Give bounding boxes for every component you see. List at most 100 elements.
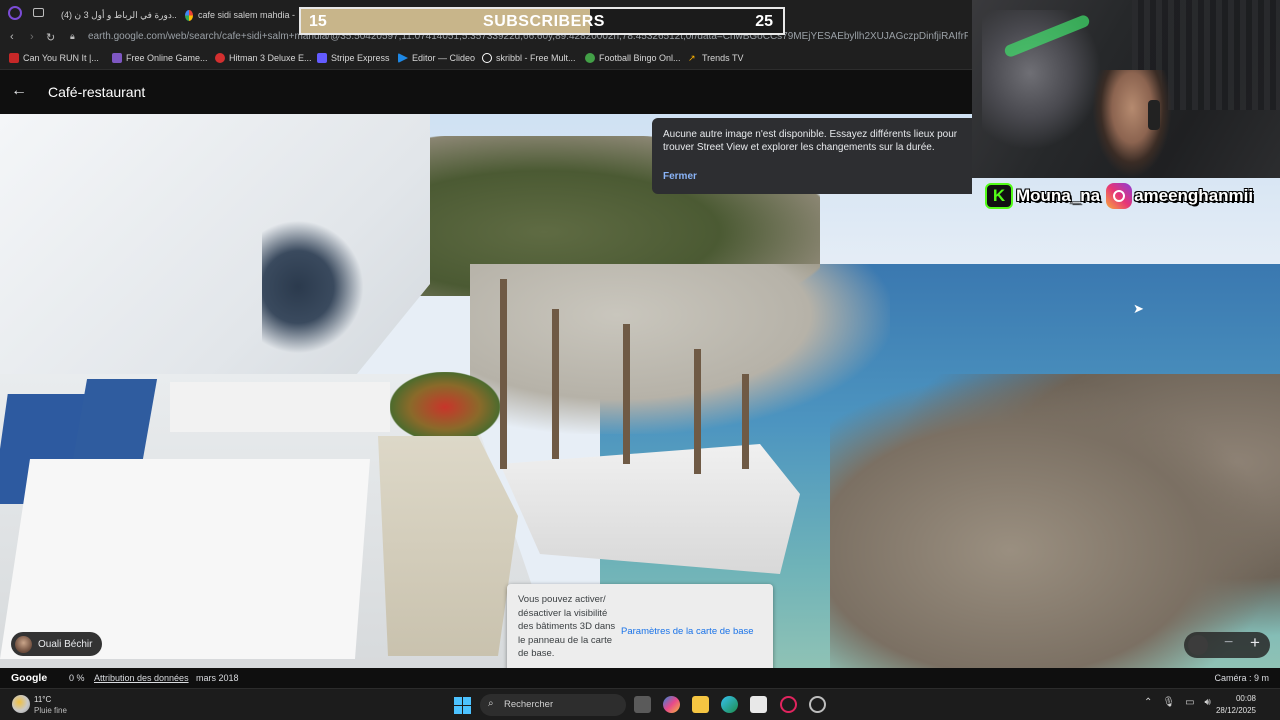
bookmark-football-bingo[interactable]: Football Bingo Onl...	[585, 53, 681, 63]
streamer	[1092, 70, 1172, 178]
copilot-icon[interactable]	[663, 696, 680, 713]
rope-post	[500, 279, 507, 469]
bookmark-stripe-express[interactable]: Stripe Express	[317, 53, 390, 63]
google-icon	[185, 9, 193, 21]
zoom-control: − +	[1184, 632, 1270, 658]
kick-icon: K	[985, 183, 1013, 209]
rope-post	[694, 349, 701, 474]
blue-chair	[72, 379, 158, 459]
clock-date[interactable]: 28/12/2025	[1216, 706, 1256, 715]
bookmark-label: Can You RUN It |...	[23, 53, 99, 63]
weather-temperature[interactable]: 11°C	[34, 695, 51, 704]
bookmark-can-you-run-it[interactable]: Can You RUN It |...	[9, 53, 99, 63]
bookmark-label: Free Online Game...	[126, 53, 208, 63]
clock-time[interactable]: 00:08	[1236, 694, 1256, 703]
author-name: Ouali Béchir	[38, 638, 93, 650]
planter	[378, 436, 518, 656]
tab-label: cafe sidi salem mahdia -	[197, 10, 295, 20]
bookmark-icon	[482, 53, 492, 63]
reload-icon[interactable]: ↻	[46, 31, 55, 44]
flower-bed	[390, 372, 500, 442]
notice-text: Aucune autre image n'est disponible. Ess…	[663, 129, 958, 153]
bookmark-clideo[interactable]: Editor — Clideo	[398, 53, 475, 63]
bookmark-label: Trends TV	[702, 53, 744, 63]
imagery-date: mars 2018	[196, 673, 239, 683]
place-title: Café-restaurant	[48, 84, 146, 100]
edge-icon[interactable]	[721, 696, 738, 713]
sea-wall	[500, 444, 800, 574]
instagram-icon	[1106, 183, 1133, 209]
subscriber-goal-bar: SUBSCRIBERS 15 25	[299, 7, 785, 35]
windows-taskbar: 11°C Pluie fine ⌕ Rechercher ⌃ 🎙︎ ▭ 🔊︎ 0…	[0, 688, 1280, 720]
instagram-handle: ameenghanmii	[1134, 186, 1254, 205]
bookmark-icon	[317, 53, 327, 63]
search-label: Rechercher	[504, 699, 554, 710]
search-icon: ⌕	[488, 698, 494, 709]
tab-overview-icon[interactable]	[33, 8, 44, 17]
tab-label: (4) دورة في الرباط و أول 3 ن...	[61, 9, 176, 20]
opera-gx-icon[interactable]	[780, 696, 797, 713]
rope-post	[742, 374, 749, 469]
bookmark-icon	[112, 53, 122, 63]
trend-icon: ↗	[688, 53, 696, 63]
data-attribution-link[interactable]: Attribution des données	[94, 673, 189, 683]
weather-condition[interactable]: Pluie fine	[34, 706, 67, 715]
3d-buildings-tip: Vous pouvez activer/ désactiver la visib…	[507, 584, 773, 680]
bookmark-label: Editor — Clideo	[412, 53, 476, 63]
chevron-up-icon[interactable]: ⌃	[1144, 697, 1152, 708]
taskbar-search[interactable]: ⌕ Rechercher	[480, 694, 626, 716]
bookmark-icon	[585, 53, 595, 63]
google-logo: Google	[11, 672, 48, 684]
network-icon[interactable]: ▭	[1185, 697, 1194, 708]
white-table	[0, 459, 370, 659]
map-footer: Google 0 % Attribution des données mars …	[0, 668, 1280, 688]
store-icon[interactable]	[750, 696, 767, 713]
back-nav-icon[interactable]: ‹	[10, 31, 14, 43]
subscriber-target: 25	[755, 13, 773, 30]
file-explorer-icon[interactable]	[692, 696, 709, 713]
subscriber-label: SUBSCRIBERS	[483, 13, 605, 30]
close-notice-button[interactable]: Fermer	[663, 171, 697, 182]
loading-percent: 0 %	[69, 673, 85, 683]
white-table	[170, 382, 390, 432]
bookmark-icon	[215, 53, 225, 63]
bookmark-label: Hitman 3 Deluxe E...	[229, 53, 312, 63]
webcam-overlay	[972, 0, 1280, 178]
tourists	[262, 202, 382, 372]
zoom-in-button[interactable]: +	[1250, 633, 1260, 653]
forward-nav-icon[interactable]: ›	[30, 31, 34, 43]
shore-rocks	[830, 374, 1280, 668]
tip-text: Vous pouvez activer/ désactiver la visib…	[518, 594, 616, 659]
subscriber-count: 15	[309, 13, 327, 30]
bookmark-label: Stripe Express	[331, 53, 390, 63]
base-map-settings-link[interactable]: Paramètres de la carte de base	[621, 626, 754, 637]
bookmark-hitman[interactable]: Hitman 3 Deluxe E...	[215, 53, 312, 63]
system-tray: ⌃ 🎙︎ ▭ 🔊︎	[1144, 697, 1211, 708]
bookmark-trends-tv[interactable]: ↗ Trends TV	[688, 53, 744, 63]
task-view-icon[interactable]	[634, 696, 651, 713]
avatar	[15, 635, 32, 653]
app-icon[interactable]	[809, 696, 826, 713]
weather-icon[interactable]	[12, 695, 30, 713]
back-arrow-icon[interactable]: ←	[11, 82, 27, 100]
tab-google-earth[interactable]: cafe sidi salem mahdia -	[185, 4, 295, 26]
tab-youtube[interactable]: (4) دورة في الرباط و أول 3 ن...	[56, 4, 176, 26]
lock-icon: 🔒︎	[70, 31, 75, 41]
bookmark-label: Football Bingo Onl...	[599, 53, 681, 63]
zoom-out-button[interactable]: −	[1224, 634, 1233, 652]
breakwater-rocks	[470, 264, 890, 434]
rope-post	[623, 324, 630, 464]
browser-logo-icon[interactable]	[8, 6, 22, 20]
photo-author-chip[interactable]: Ouali Béchir	[11, 632, 103, 656]
start-button[interactable]	[454, 697, 471, 714]
social-handles: K Mouna_na ameenghanmii	[985, 182, 1280, 210]
bookmark-icon	[9, 53, 19, 63]
bookmark-free-online-games[interactable]: Free Online Game...	[112, 53, 208, 63]
microphone-icon[interactable]: 🎙︎	[1162, 697, 1175, 708]
volume-icon[interactable]: 🔊︎	[1205, 697, 1211, 708]
compass-icon[interactable]	[1188, 635, 1208, 655]
kick-handle: Mouna_na	[1016, 186, 1101, 205]
camera-altitude: Caméra : 9 m	[1214, 673, 1269, 683]
bookmark-skribbl[interactable]: skribbl - Free Mult...	[482, 53, 576, 63]
bookmark-icon	[398, 53, 408, 63]
